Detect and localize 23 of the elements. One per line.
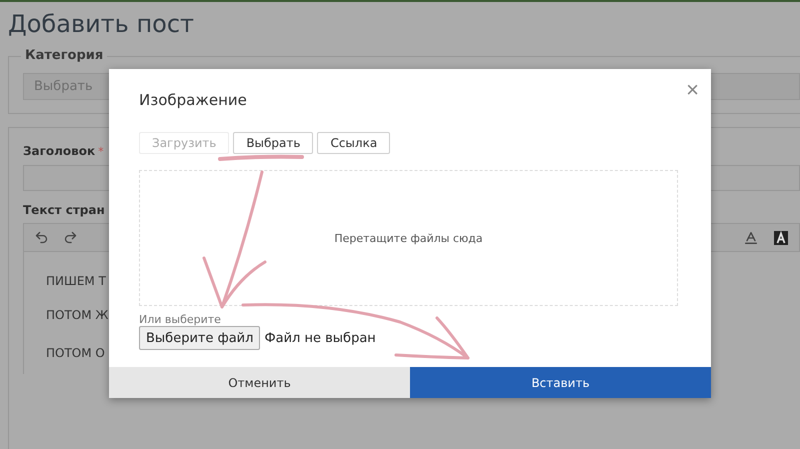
file-status: Файл не выбран (264, 330, 376, 346)
dialog-title: Изображение (139, 90, 248, 111)
drop-zone[interactable]: Перетащите файлы сюда (139, 170, 678, 306)
category-legend: Категория (21, 48, 108, 63)
insert-button[interactable]: Вставить (410, 367, 711, 398)
cancel-button[interactable]: Отменить (109, 367, 410, 398)
page-title: Добавить пост (8, 9, 195, 40)
title-label: Заголовок (23, 144, 96, 158)
undo-icon[interactable] (34, 230, 49, 245)
highlight-icon[interactable] (773, 230, 789, 246)
required-mark: * (98, 145, 104, 158)
font-color-icon[interactable] (743, 230, 759, 246)
editor-text: ПОТОМ О (46, 345, 105, 362)
drop-zone-text: Перетащите файлы сюда (334, 232, 483, 244)
editor-text: ПИШЕМ Т (46, 273, 106, 290)
dialog-tab[interactable]: Ссылка (317, 132, 390, 154)
redo-icon[interactable] (63, 230, 78, 245)
text-label: Текст стран (23, 203, 106, 217)
dialog-tab[interactable]: Выбрать (233, 132, 314, 154)
close-button[interactable]: × (682, 79, 703, 101)
editor-text: ПОТОМ Ж (46, 307, 108, 324)
or-label: Или выберите (139, 313, 222, 326)
choose-file-button[interactable]: Выберите файл (139, 326, 260, 350)
